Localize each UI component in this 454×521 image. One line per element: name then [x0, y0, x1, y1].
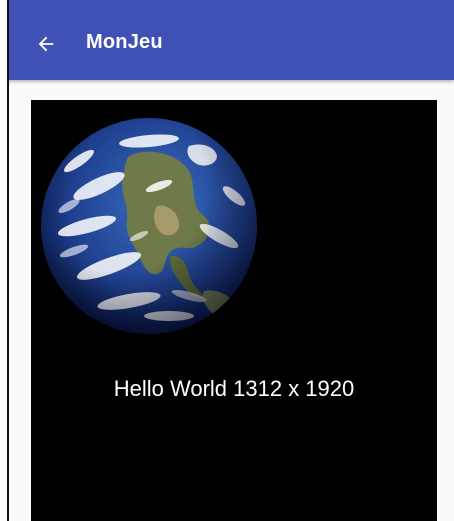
- hello-world-text: Hello World 1312 x 1920: [113, 376, 355, 401]
- back-button[interactable]: [24, 22, 68, 66]
- app-bar: MonJeu: [0, 0, 454, 80]
- earth-globe-image: [41, 118, 257, 334]
- game-canvas[interactable]: Hello World 1312 x 1920: [31, 100, 437, 521]
- app-title: MonJeu: [86, 31, 163, 53]
- screen-left-edge: [0, 0, 9, 521]
- arrow-back-icon: [38, 36, 54, 52]
- app-screen: MonJeu Hello World 1312 x 1920: [0, 0, 454, 521]
